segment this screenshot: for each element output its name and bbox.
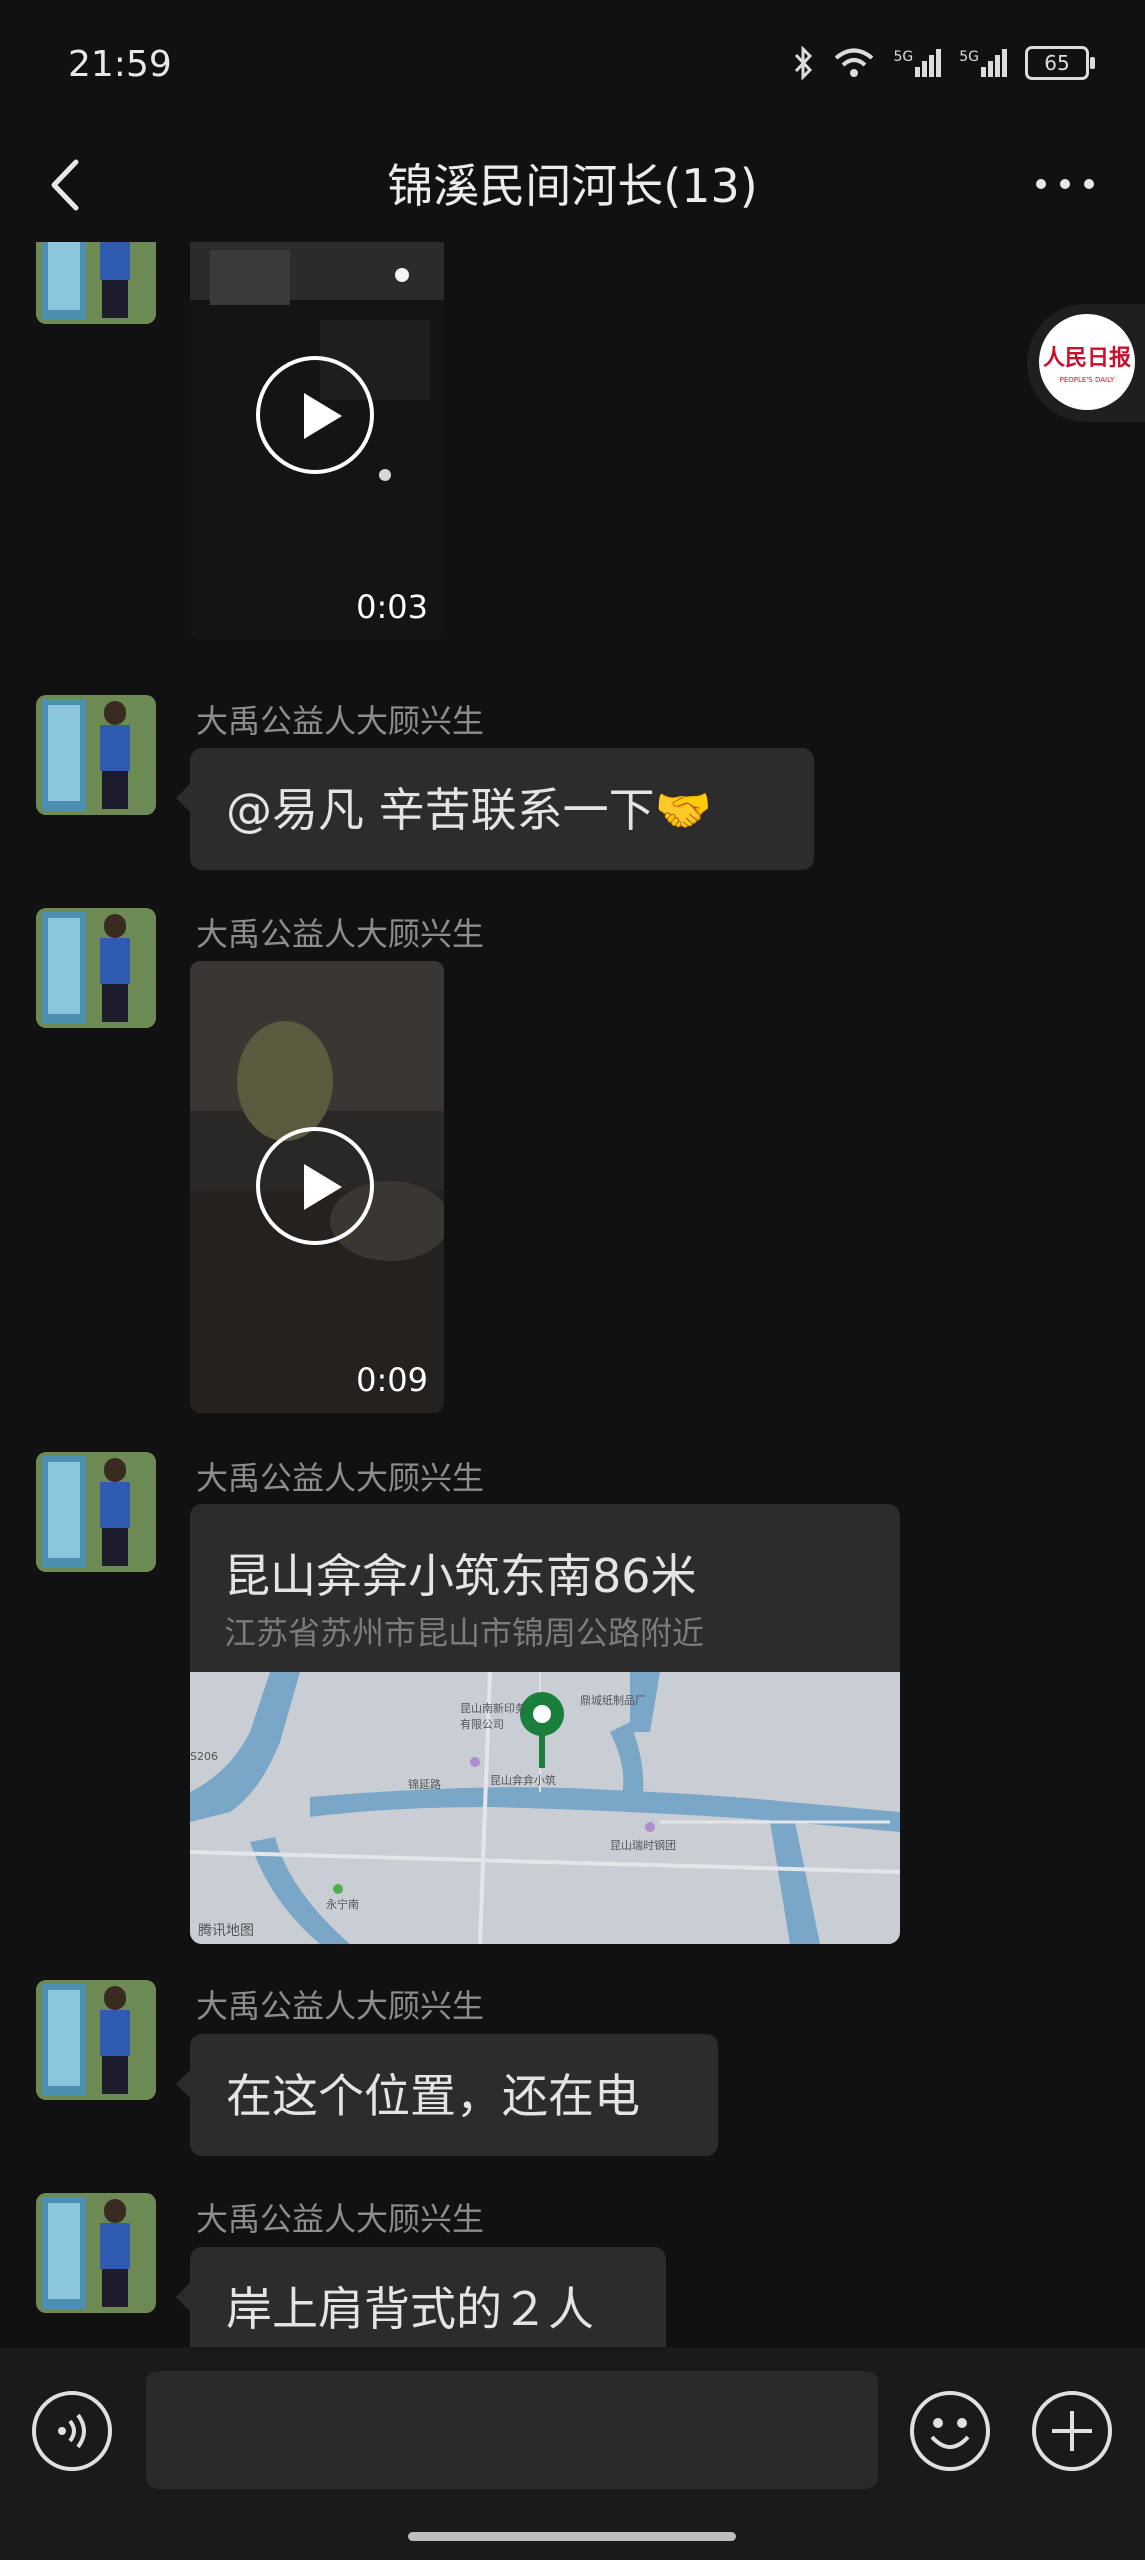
message-bubble[interactable]: @易凡 辛苦联系一下🤝 (176, 748, 814, 870)
sender-name: 大禹公益人大顾兴生 (196, 2200, 485, 2238)
location-address: 江苏省苏州市昆山市锦周公路附近 (224, 1614, 705, 1652)
wifi-icon (835, 48, 874, 77)
voice-input-icon[interactable] (30, 2389, 114, 2473)
chat-messages[interactable]: 0:03 大禹公益人大顾兴生 @易凡 辛苦联系一下🤝 大禹公益人大顾兴生 0:0… (0, 242, 1145, 2347)
message-input[interactable] (146, 2371, 878, 2489)
map-image (190, 1672, 900, 1944)
avatar[interactable] (36, 1980, 156, 2100)
chat-header: 锦溪民间河长(13) (0, 130, 1145, 242)
map-label: 昆山弇弇小筑 (490, 1774, 556, 1787)
avatar[interactable] (36, 908, 156, 1028)
message-bubble[interactable]: 在这个位置，还在电 (176, 2034, 718, 2156)
logo-text-en: PEOPLE'S DAILY (1059, 376, 1115, 384)
status-icons: 5G 5G 65 (793, 46, 1095, 80)
network-label-1: 5G (893, 49, 914, 65)
map-label: 永宁南 (326, 1898, 359, 1911)
message-input-bar (0, 2347, 1145, 2560)
status-bar: 21:59 5G 5G 65 (0, 0, 1145, 130)
peoples-daily-logo: 人民日报 PEOPLE'S DAILY (1039, 314, 1135, 410)
map-label: 鼎城纸制品厂 (580, 1694, 646, 1707)
video-duration: 0:09 (356, 1361, 428, 1399)
status-time: 21:59 (68, 44, 172, 85)
add-more-icon[interactable] (1030, 2389, 1114, 2473)
more-options-icon[interactable] (1025, 154, 1105, 214)
battery-level: 65 (1044, 51, 1070, 75)
home-indicator[interactable] (408, 2532, 736, 2541)
play-icon[interactable] (256, 1127, 374, 1245)
map-label: 昆山南新印务有限公司 (460, 1702, 526, 1731)
sender-name: 大禹公益人大顾兴生 (196, 702, 485, 740)
avatar[interactable] (36, 1452, 156, 1572)
network-label-2: 5G (959, 49, 979, 65)
video-message[interactable]: 0:09 (190, 961, 444, 1413)
sender-name: 大禹公益人大顾兴生 (196, 915, 485, 953)
avatar[interactable] (36, 242, 156, 324)
logo-text-cn: 人民日报 (1042, 345, 1131, 371)
avatar[interactable] (36, 695, 156, 815)
signal-icon-1: 5G (893, 49, 942, 77)
location-card[interactable]: 昆山弇弇小筑东南86米 江苏省苏州市昆山市锦周公路附近 昆山南新印务有限公司 鼎… (190, 1504, 900, 1944)
map-label: S206 (190, 1750, 218, 1763)
map-label: 锦延路 (408, 1778, 441, 1791)
signal-icon-2: 5G (959, 49, 1007, 77)
emoji-icon[interactable] (908, 2389, 992, 2473)
video-message[interactable]: 0:03 (190, 242, 444, 640)
map-preview[interactable]: 昆山南新印务有限公司 鼎城纸制品厂 昆山弇弇小筑 锦延路 昆山瑞时钢团 永宁南 … (190, 1672, 900, 1944)
message-bubble[interactable]: 岸上肩背式的２人 (176, 2247, 666, 2347)
bluetooth-icon (795, 46, 813, 80)
map-label: 昆山瑞时钢团 (610, 1839, 676, 1852)
sender-name: 大禹公益人大顾兴生 (196, 1987, 485, 2025)
battery-icon: 65 (1025, 46, 1095, 80)
map-credit: 腾讯地图 (198, 1923, 254, 1939)
sender-name: 大禹公益人大顾兴生 (196, 1459, 485, 1497)
play-icon[interactable] (256, 356, 374, 474)
avatar[interactable] (36, 2193, 156, 2313)
video-duration: 0:03 (356, 588, 428, 626)
chat-title[interactable]: 锦溪民间河长(13) (0, 150, 1145, 216)
floating-app-badge[interactable]: 人民日报 PEOPLE'S DAILY (1027, 304, 1145, 422)
location-title: 昆山弇弇小筑东南86米 (224, 1549, 697, 1603)
